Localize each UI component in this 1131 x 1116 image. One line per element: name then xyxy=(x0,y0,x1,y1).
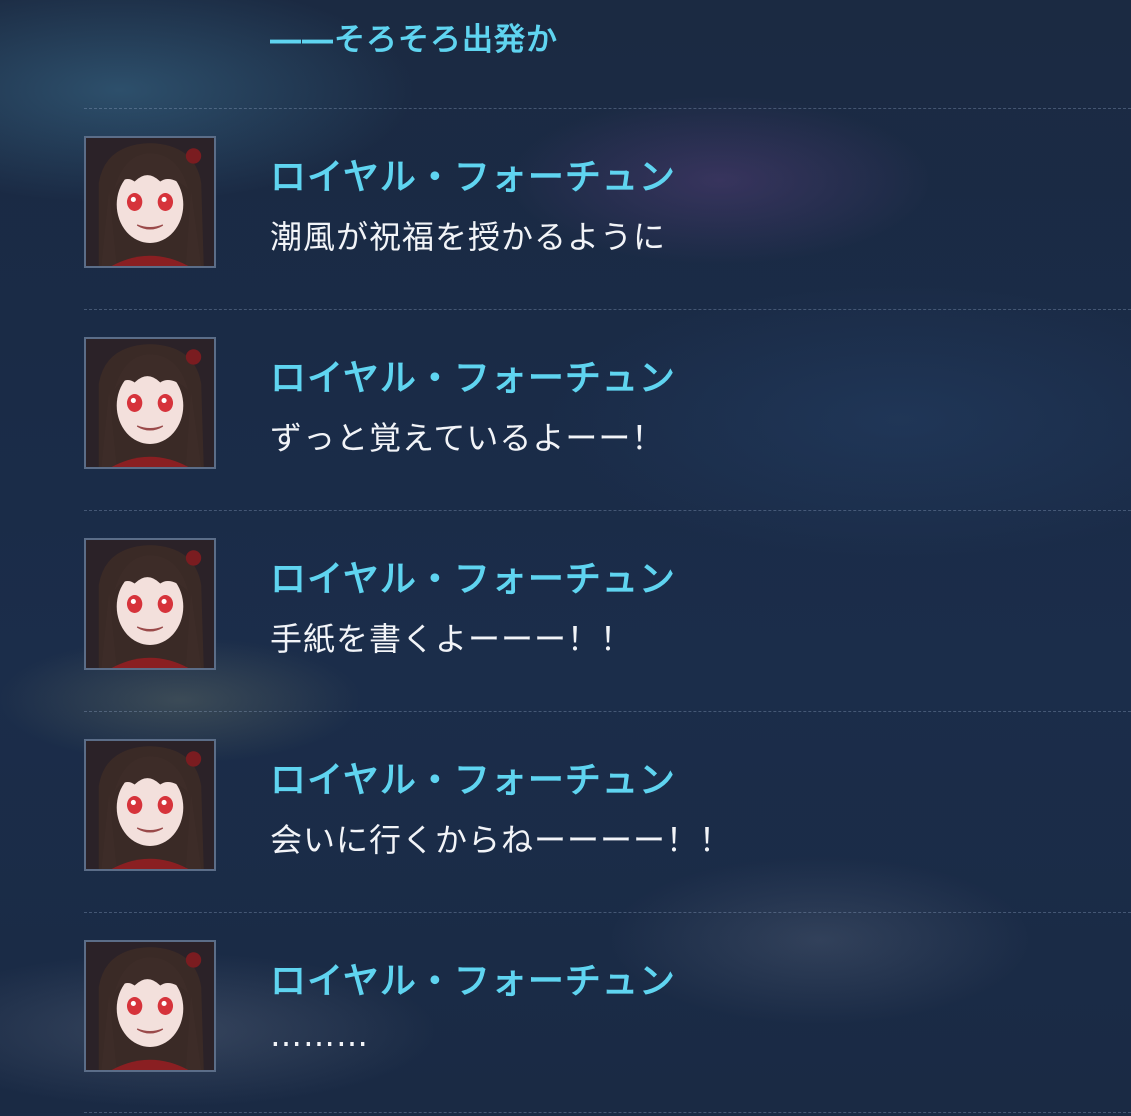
speaker-name: ロイヤル・フォーチュン xyxy=(270,358,676,399)
royal-fortune-portrait-icon xyxy=(84,940,216,1072)
dialogue-text: 手紙を書くよーーー！！ xyxy=(270,620,634,658)
dialogue-entry: ロイヤル・フォーチュン 潮風が祝福を授かるように xyxy=(84,136,1131,268)
royal-fortune-portrait-icon xyxy=(84,337,216,469)
dialogue-text: ……… xyxy=(270,1016,369,1054)
speaker-name: ロイヤル・フォーチュン xyxy=(270,157,676,198)
divider xyxy=(84,510,1131,511)
top-dialogue-line: ――そろそろ出発か xyxy=(270,22,558,58)
royal-fortune-portrait-icon xyxy=(84,538,216,670)
royal-fortune-portrait-icon xyxy=(84,739,216,871)
speaker-name: ロイヤル・フォーチュン xyxy=(270,760,676,801)
divider xyxy=(84,711,1131,712)
dialogue-entry: ロイヤル・フォーチュン 手紙を書くよーーー！！ xyxy=(84,538,1131,670)
speaker-name: ロイヤル・フォーチュン xyxy=(270,559,676,600)
royal-fortune-portrait-icon xyxy=(84,136,216,268)
dialogue-text: 潮風が祝福を授かるように xyxy=(270,218,667,256)
dialogue-text: 会いに行くからねーーーー！！ xyxy=(270,821,733,859)
divider xyxy=(84,108,1131,109)
speaker-name: ロイヤル・フォーチュン xyxy=(270,961,676,1002)
dialogue-entry: ロイヤル・フォーチュン ずっと覚えているよーー！ xyxy=(84,337,1131,469)
divider xyxy=(84,1112,1131,1113)
dialogue-entry: ロイヤル・フォーチュン 会いに行くからねーーーー！！ xyxy=(84,739,1131,871)
dialogue-entry: ロイヤル・フォーチュン ……… xyxy=(84,940,1131,1072)
dialogue-text: ずっと覚えているよーー！ xyxy=(270,419,665,457)
divider xyxy=(84,912,1131,913)
divider xyxy=(84,309,1131,310)
